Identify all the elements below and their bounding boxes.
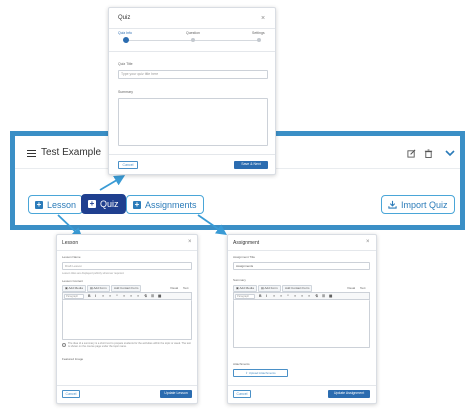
divider <box>57 250 197 251</box>
divider <box>228 385 376 386</box>
divider <box>228 250 376 251</box>
close-icon[interactable]: × <box>366 239 370 246</box>
bullet-list-icon[interactable]: ≡ <box>102 294 104 298</box>
modal-title: Assignment <box>233 240 260 246</box>
format-select[interactable]: Paragraph <box>64 294 84 299</box>
summary-label: Summary <box>118 90 133 94</box>
modal-title: Lesson <box>62 240 79 246</box>
assignment-modal: Assignment × Assignment Title Assignment… <box>227 234 377 404</box>
cancel-button[interactable]: Cancel <box>118 161 138 169</box>
divider <box>109 51 275 52</box>
bullet-list-icon[interactable]: ≡ <box>273 294 275 298</box>
quote-icon[interactable]: “ <box>287 294 289 298</box>
bold-icon[interactable]: B <box>88 294 91 298</box>
summary-help-text: The idea of a summary is a short text to… <box>68 342 191 349</box>
step-question[interactable]: Question <box>186 31 200 35</box>
align-center-icon[interactable]: ≡ <box>130 294 132 298</box>
more-icon[interactable]: ☰ <box>322 294 325 298</box>
add-contact-form-button[interactable]: Add Contact Form <box>111 285 142 292</box>
toolbar-toggle-icon[interactable]: ▦ <box>158 294 161 298</box>
divider <box>57 385 197 386</box>
cancel-button[interactable]: Cancel <box>233 390 251 398</box>
step-dot <box>191 38 195 42</box>
step-quiz-info[interactable]: Quiz Info <box>118 31 132 35</box>
add-form-button[interactable]: ▤ Add Form <box>258 285 281 292</box>
quiz-modal: Quiz × Quiz Info Question Settings Quiz … <box>108 7 276 175</box>
summary-textarea[interactable] <box>118 98 268 146</box>
divider <box>109 28 275 29</box>
tab-text[interactable]: Text <box>183 286 189 290</box>
save-next-button[interactable]: Save & Next <box>234 161 268 169</box>
format-select[interactable]: Paragraph <box>235 294 255 299</box>
more-icon[interactable]: ☰ <box>151 294 154 298</box>
tab-visual[interactable]: Visual <box>170 286 178 290</box>
align-right-icon[interactable]: ≡ <box>137 294 139 298</box>
close-icon[interactable]: × <box>188 239 192 246</box>
arrow-quiz <box>99 175 126 191</box>
add-form-button[interactable]: ▤ Add Form <box>87 285 110 292</box>
update-assignment-button[interactable]: Update Assignment <box>328 390 370 398</box>
editor-toolbar: Paragraph B I ≡ ≡ “ ≡ ≡ ≡ ⚗ ☰ ▦ <box>233 292 370 300</box>
step-settings[interactable]: Settings <box>252 31 265 35</box>
assignment-title-input[interactable]: Assignments <box>233 262 370 270</box>
link-icon[interactable]: ⚗ <box>144 294 147 298</box>
step-dot-active <box>123 37 129 43</box>
info-icon <box>62 343 66 347</box>
editor-toolbar: Paragraph B I ≡ ≡ “ ≡ ≡ ≡ ⚗ ☰ ▦ <box>62 292 192 300</box>
quiz-title-label: Quiz Title <box>118 62 133 66</box>
quote-icon[interactable]: “ <box>116 294 118 298</box>
lesson-name-input[interactable]: Draft Lesson <box>62 262 192 270</box>
attachments-label: Attachments <box>233 362 250 366</box>
link-icon[interactable]: ⚗ <box>315 294 318 298</box>
number-list-icon[interactable]: ≡ <box>109 294 111 298</box>
number-list-icon[interactable]: ≡ <box>280 294 282 298</box>
italic-icon[interactable]: I <box>95 294 96 298</box>
align-center-icon[interactable]: ≡ <box>301 294 303 298</box>
upload-attachments-button[interactable]: ⇪ Upload Attachments <box>233 369 288 377</box>
update-lesson-button[interactable]: Update Lesson <box>160 390 192 398</box>
toolbar-toggle-icon[interactable]: ▦ <box>329 294 332 298</box>
summary-label: Summary <box>233 278 246 282</box>
italic-icon[interactable]: I <box>266 294 267 298</box>
featured-image-label: Featured Image <box>62 357 84 361</box>
modal-title: Quiz <box>118 15 131 21</box>
tab-text[interactable]: Text <box>360 286 366 290</box>
align-right-icon[interactable]: ≡ <box>308 294 310 298</box>
align-left-icon[interactable]: ≡ <box>294 294 296 298</box>
bold-icon[interactable]: B <box>259 294 262 298</box>
assignment-summary-editor[interactable] <box>233 300 370 348</box>
lesson-name-label: Lesson Name <box>62 255 81 259</box>
arrow-assignments <box>197 214 227 236</box>
align-left-icon[interactable]: ≡ <box>123 294 125 298</box>
divider <box>109 154 275 155</box>
lesson-content-editor[interactable] <box>62 300 192 340</box>
close-icon[interactable]: × <box>261 15 265 22</box>
arrow-lesson <box>57 214 83 239</box>
lesson-modal: Lesson × Lesson Name Draft Lesson Lesson… <box>56 234 198 404</box>
add-contact-form-button[interactable]: Add Contact Form <box>282 285 313 292</box>
add-media-button[interactable]: ▣ Add Media <box>233 285 257 292</box>
cancel-button[interactable]: Cancel <box>62 390 80 398</box>
quiz-title-input[interactable]: Type your quiz title here <box>118 70 268 79</box>
lesson-name-help: Lesson titles are displayed publicly whe… <box>62 272 125 275</box>
add-media-button[interactable]: ▣ Add Media <box>62 285 86 292</box>
assignment-title-label: Assignment Title <box>233 255 256 259</box>
tab-visual[interactable]: Visual <box>347 286 355 290</box>
step-dot <box>257 38 261 42</box>
lesson-content-label: Lesson Content <box>62 279 84 283</box>
